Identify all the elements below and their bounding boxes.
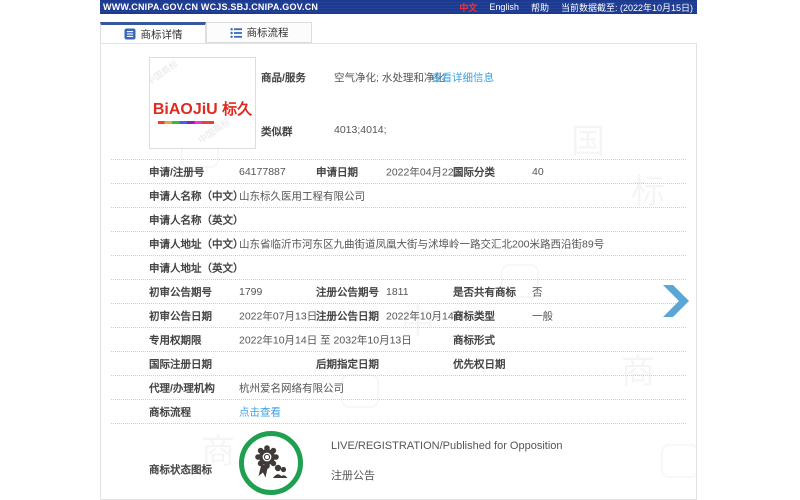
field-row-applicant-cn: 申请人名称（中文） 山东标久医用工程有限公司 [111,184,686,208]
address-cn-label: 申请人地址（中文） [149,236,244,251]
agency-label: 代理/办理机构 [149,380,215,395]
applicant-cn-label: 申请人名称（中文） [149,188,244,203]
app-date-label: 申请日期 [316,164,358,179]
first-gazette-no-label: 初审公告期号 [149,284,212,299]
tab-trademark-process[interactable]: 商标流程 [206,22,312,43]
address-en-label: 申请人地址（英文） [149,260,244,275]
image-watermark-text: 中国商标 [149,57,180,88]
address-cn-value: 山东省临沂市河东区九曲街道凤凰大街与沭埠岭一路交汇北200米路西沿街89号 [239,236,604,251]
mark-type-value: 一般 [532,308,553,323]
similar-group-value: 4013;4014; [334,124,387,136]
field-row-gazette-numbers: 初审公告期号 1799 注册公告期号 1811 是否共有商标 否 [111,280,686,304]
trademark-detail-panel: 中 国 商 标 商 中国商标 中国商标 BiAOJiU 标久 商品/服务 空气净… [100,43,697,500]
intl-reg-date-label: 国际注册日期 [149,356,212,371]
goods-label: 商品/服务 [261,70,306,85]
field-row-status: 商标状态图标 LIVE/REGISTRATION/Published fo [111,424,686,500]
rosette-award-icon [251,443,291,483]
first-gazette-date-label: 初审公告日期 [149,308,212,323]
tab-bar: 商标详情 商标流程 [100,22,312,43]
applicant-cn-value: 山东标久医用工程有限公司 [239,188,365,203]
field-row-address-en: 申请人地址（英文） [111,256,686,280]
list-icon [230,27,242,39]
first-gazette-no-value: 1799 [239,286,262,298]
exclusive-period-value: 2022年10月14日 至 2032年10月13日 [239,332,412,347]
field-row-applicant-en: 申请人名称（英文） [111,208,686,232]
goods-value: 空气净化; 水处理和净化 [334,70,445,85]
tab-trademark-detail[interactable]: 商标详情 [100,22,206,43]
field-row-agency: 代理/办理机构 杭州爱名网络有限公司 [111,376,686,400]
trademark-image: 中国商标 中国商标 BiAOJiU 标久 [149,57,256,149]
document-icon [124,28,136,40]
app-no-label: 申请/注册号 [149,164,204,179]
shared-mark-label: 是否共有商标 [453,284,516,299]
lang-english-link[interactable]: English [489,2,519,12]
tab-detail-label: 商标详情 [141,27,183,42]
mark-form-label: 商标形式 [453,332,495,347]
site-urls: WWW.CNIPA.GOV.CN WCJS.SBJ.CNIPA.GOV.CN [100,2,318,12]
intl-class-value: 40 [532,166,544,178]
later-designation-date-label: 后期指定日期 [316,356,379,371]
status-label: 商标状态图标 [149,462,212,477]
first-gazette-date-value: 2022年07月13日 [239,308,317,323]
registration-status-badge [239,431,303,495]
logo-color-strip [158,121,214,124]
goods-detail-link[interactable]: 查看详细信息 [431,70,494,85]
intl-class-label: 国际分类 [453,164,495,179]
shared-mark-value: 否 [532,284,543,299]
reg-gazette-no-value: 1811 [386,286,409,298]
priority-date-label: 优先权日期 [453,356,506,371]
tab-process-label: 商标流程 [247,25,289,40]
lang-chinese-link[interactable]: 中文 [459,1,477,14]
mark-type-label: 商标类型 [453,308,495,323]
status-line-english: LIVE/REGISTRATION/Published for Oppositi… [331,440,563,452]
field-row-exclusive-period: 专用权期限 2022年10月14日 至 2032年10月13日 商标形式 [111,328,686,352]
reg-gazette-no-label: 注册公告期号 [316,284,379,299]
app-no-value: 64177887 [239,166,286,178]
field-row-gazette-dates: 初审公告日期 2022年07月13日 注册公告日期 2022年10月14日 商标… [111,304,686,328]
field-row-process: 商标流程 点击查看 [111,400,686,424]
chevron-right-icon[interactable] [662,285,690,317]
data-cutoff-label: 当前数据截至: (2022年10月15日) [561,1,693,14]
logo-latin-text: BiAOJiU [153,101,218,118]
help-link[interactable]: 帮助 [531,1,549,14]
process-label: 商标流程 [149,404,191,419]
logo-cjk-text: 标久 [222,101,252,118]
trademark-summary-section: 中国商标 中国商标 BiAOJiU 标久 商品/服务 空气净化; 水处理和净化 … [111,44,686,160]
similar-group-label: 类似群 [261,124,293,139]
exclusive-period-label: 专用权期限 [149,332,202,347]
reg-gazette-date-label: 注册公告日期 [316,308,379,323]
top-bar: WWW.CNIPA.GOV.CN WCJS.SBJ.CNIPA.GOV.CN 中… [100,0,697,14]
applicant-en-label: 申请人名称（英文） [149,212,244,227]
field-row-intl-dates: 国际注册日期 后期指定日期 优先权日期 [111,352,686,376]
status-line-chinese: 注册公告 [331,467,375,483]
process-view-link[interactable]: 点击查看 [239,404,281,419]
agency-value: 杭州爱名网络有限公司 [239,380,344,395]
field-row-application-number: 申请/注册号 64177887 申请日期 2022年04月22日 国际分类 40 [111,160,686,184]
field-row-address-cn: 申请人地址（中文） 山东省临沂市河东区九曲街道凤凰大街与沭埠岭一路交汇北200米… [111,232,686,256]
